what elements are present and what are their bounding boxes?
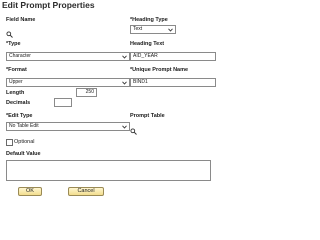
unique-prompt-name-label: *Unique Prompt Name <box>130 67 189 73</box>
format-select[interactable]: Upper <box>6 78 130 87</box>
decimals-input[interactable] <box>54 98 72 107</box>
chevron-down-icon <box>121 53 128 60</box>
chevron-down-icon <box>167 26 174 33</box>
cancel-button[interactable]: Cancel <box>68 187 104 196</box>
heading-type-select[interactable]: Text <box>130 25 176 34</box>
length-input[interactable]: 250 <box>76 88 97 97</box>
type-label: *Type <box>6 41 21 47</box>
edit-type-select[interactable]: No Table Edit <box>6 122 130 131</box>
edit-type-label: *Edit Type <box>6 113 33 119</box>
heading-type-value: Text <box>133 26 143 32</box>
optional-label: Optional <box>14 139 35 145</box>
format-value: Upper <box>9 79 23 85</box>
chevron-down-icon <box>121 123 128 130</box>
search-icon[interactable] <box>130 122 137 140</box>
unique-prompt-name-input[interactable]: BIND1 <box>130 78 216 87</box>
heading-type-label: *Heading Type <box>130 17 168 23</box>
chevron-down-icon <box>121 79 128 86</box>
heading-text-input[interactable]: AID_YEAR <box>130 52 216 61</box>
type-value: Character <box>9 53 31 59</box>
default-value-textarea[interactable] <box>6 160 211 181</box>
prompt-table-label: Prompt Table <box>130 113 165 119</box>
format-label: *Format <box>6 67 27 73</box>
dialog-title: Edit Prompt Properties <box>2 0 95 10</box>
optional-checkbox[interactable] <box>6 139 13 146</box>
edit-type-value: No Table Edit <box>9 123 39 129</box>
default-value-label: Default Value <box>6 151 41 157</box>
heading-text-label: Heading Text <box>130 41 165 47</box>
field-name-label: Field Name <box>6 17 36 23</box>
ok-button[interactable]: OK <box>18 187 42 196</box>
type-select[interactable]: Character <box>6 52 130 61</box>
decimals-label: Decimals <box>6 100 31 106</box>
length-label: Length <box>6 90 25 96</box>
